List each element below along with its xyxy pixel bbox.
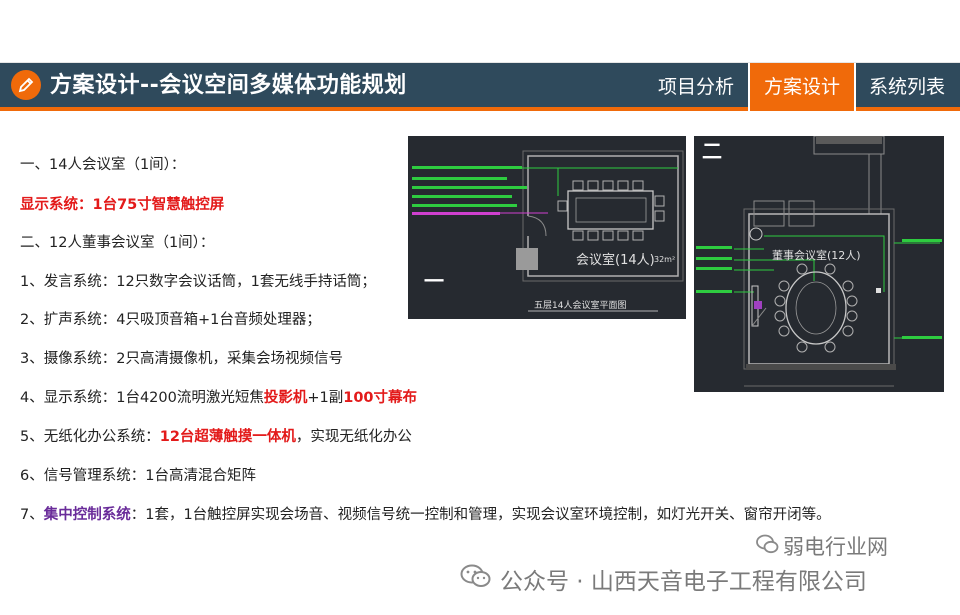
plan1-marker: 一: [424, 269, 444, 293]
item-sound-system: 2、扩声系统：4只吸顶音箱+1台音频处理器；: [20, 312, 321, 328]
plan1-room-label: 会议室(14人): [576, 252, 655, 268]
tab-project-analysis[interactable]: 项目分析: [645, 63, 747, 111]
floor-plan-12-person-boardroom: 二 董事会议室(12人): [694, 136, 944, 392]
item-signal-system: 6、信号管理系统：1台高清混合矩阵: [20, 468, 256, 484]
display-projector: 投影机: [263, 390, 308, 406]
display-screen: 100寸幕布: [343, 390, 418, 406]
plan1-area-label: 32m²: [654, 255, 675, 264]
item-control-system: 7、集中控制系统：1套，1台触控屏实现会场音、视频信号统一控制和管理，实现会议室…: [20, 505, 831, 525]
item-paperless-system: 5、无纸化办公系统：12台超薄触摸一体机，实现无纸化办公: [20, 427, 412, 447]
display-mid: +1副: [307, 390, 344, 406]
room1-heading: 一、14人会议室（1间）：: [20, 157, 186, 173]
item-display-system: 4、显示系统：1台4200流明激光短焦投影机+1副100寸幕布: [20, 388, 417, 408]
paperless-highlight: 12台超薄触摸一体机: [159, 429, 296, 445]
paperless-suffix: ，实现无纸化办公: [295, 429, 412, 445]
control-suffix: ：1套，1台触控屏实现会场音、视频信号统一控制和管理，实现会议室环境控制，如灯光…: [130, 507, 831, 523]
page-title: 方案设计--会议空间多媒体功能规划: [50, 73, 407, 98]
pencil-icon: [11, 70, 41, 100]
floor-plan-14-person-room: 会议室(14人) 32m² 一 五层14人会议室平面图: [408, 136, 686, 319]
watermark-account: 公众号 · 山西天音电子工程有限公司: [500, 569, 867, 595]
plan1-caption: 五层14人会议室平面图: [534, 299, 626, 311]
watermark-site: 弱电行业网: [783, 535, 888, 559]
display-prefix: 4、显示系统：1台4200流明激光短焦: [20, 390, 264, 406]
plan2-marker: 二: [702, 139, 722, 163]
item-speech-system: 1、发言系统：12只数字会议话筒，1套无线手持话筒；: [20, 274, 376, 290]
tab-system-list[interactable]: 系统列表: [856, 63, 958, 111]
control-prefix: 7、: [20, 507, 44, 523]
room2-heading: 二、12人董事会议室（1间）：: [20, 235, 215, 251]
tab-solution-design[interactable]: 方案设计: [750, 63, 854, 111]
paperless-prefix: 5、无纸化办公系统：: [20, 429, 160, 445]
control-highlight: 集中控制系统: [43, 507, 131, 523]
plan2-room-label: 董事会议室(12人): [772, 248, 861, 262]
item-camera-system: 3、摄像系统：2只高清摄像机，采集会场视频信号: [20, 351, 343, 367]
room1-display-system: 显示系统：1台75寸智慧触控屏: [20, 197, 225, 213]
wechat-icon: [460, 563, 492, 593]
top-strip: [0, 0, 960, 63]
chat-bubble-icon: [755, 533, 779, 559]
